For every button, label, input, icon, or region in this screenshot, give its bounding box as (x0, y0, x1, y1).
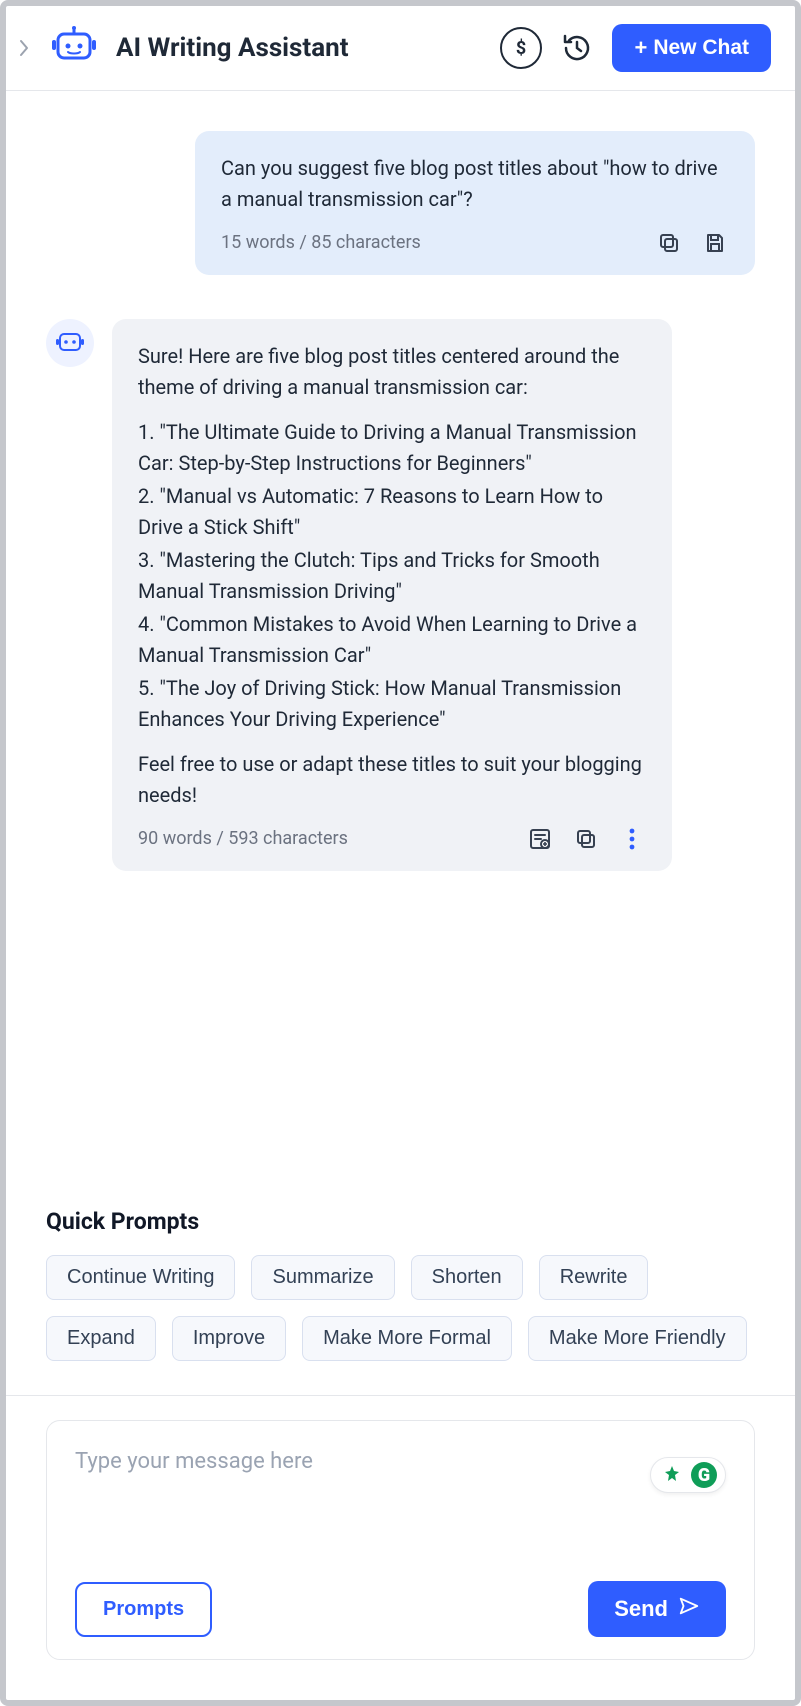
plus-icon: + (634, 37, 647, 59)
new-chat-button[interactable]: + New Chat (612, 24, 771, 72)
app-title: AI Writing Assistant (116, 33, 349, 63)
history-button[interactable] (556, 27, 598, 69)
quick-prompt-chip[interactable]: Summarize (251, 1255, 394, 1300)
new-chat-label: New Chat (653, 36, 749, 60)
message-input[interactable] (75, 1449, 726, 1559)
assistant-list: 1. "The Ultimate Guide to Driving a Manu… (138, 417, 646, 735)
quick-prompt-chip[interactable]: Make More Friendly (528, 1316, 747, 1361)
credits-button[interactable]: $ (500, 27, 542, 69)
send-button-label: Send (614, 1596, 668, 1622)
quick-prompt-chip[interactable]: Rewrite (539, 1255, 649, 1300)
insert-button[interactable] (526, 825, 554, 853)
assistant-outro: Feel free to use or adapt these titles t… (138, 749, 646, 811)
list-item: 1. "The Ultimate Guide to Driving a Manu… (138, 417, 646, 479)
quick-prompts-section: Quick Prompts Continue Writing Summarize… (6, 1208, 795, 1385)
user-message-text: Can you suggest five blog post titles ab… (221, 153, 729, 215)
list-item: 3. "Mastering the Clutch: Tips and Trick… (138, 545, 646, 607)
list-item: 4. "Common Mistakes to Avoid When Learni… (138, 609, 646, 671)
quick-prompt-chip[interactable]: Continue Writing (46, 1255, 235, 1300)
user-message-bubble: Can you suggest five blog post titles ab… (195, 131, 755, 275)
list-item: 5. "The Joy of Driving Stick: How Manual… (138, 673, 646, 735)
grammarly-logo-icon: G (691, 1462, 717, 1488)
grammarly-widget[interactable]: G (650, 1457, 726, 1493)
composer: G Prompts Send (46, 1420, 755, 1660)
quick-prompt-chip[interactable]: Improve (172, 1316, 286, 1361)
copy-user-button[interactable] (655, 229, 683, 257)
assistant-message-bubble: Sure! Here are five blog post titles cen… (112, 319, 672, 871)
list-item: 2. "Manual vs Automatic: 7 Reasons to Le… (138, 481, 646, 543)
user-message-counts: 15 words / 85 characters (221, 229, 421, 257)
chat-scroll-area: Can you suggest five blog post titles ab… (6, 91, 795, 1208)
quick-prompts-title: Quick Prompts (46, 1208, 755, 1235)
more-options-button[interactable] (618, 825, 646, 853)
copy-assistant-button[interactable] (572, 825, 600, 853)
message-row-assistant: Sure! Here are five blog post titles cen… (46, 319, 755, 871)
app-header: AI Writing Assistant $ + New Chat (6, 6, 795, 91)
quick-prompt-chip[interactable]: Make More Formal (302, 1316, 512, 1361)
assistant-avatar-icon (46, 319, 94, 367)
message-row-user: Can you suggest five blog post titles ab… (46, 131, 755, 275)
prompts-button[interactable]: Prompts (75, 1582, 212, 1637)
quick-prompt-chip[interactable]: Shorten (411, 1255, 523, 1300)
svg-text:$: $ (516, 38, 526, 59)
grammarly-ai-icon (659, 1462, 685, 1488)
prompts-button-label: Prompts (103, 1598, 184, 1620)
save-user-button[interactable] (701, 229, 729, 257)
send-icon (678, 1595, 700, 1623)
quick-prompts-chip-row: Continue Writing Summarize Shorten Rewri… (46, 1255, 755, 1361)
send-button[interactable]: Send (588, 1581, 726, 1637)
quick-prompt-chip[interactable]: Expand (46, 1316, 156, 1361)
collapse-sidebar-button[interactable] (16, 28, 32, 68)
app-logo-icon (46, 24, 102, 72)
assistant-message-counts: 90 words / 593 characters (138, 825, 348, 853)
assistant-intro: Sure! Here are five blog post titles cen… (138, 341, 646, 403)
